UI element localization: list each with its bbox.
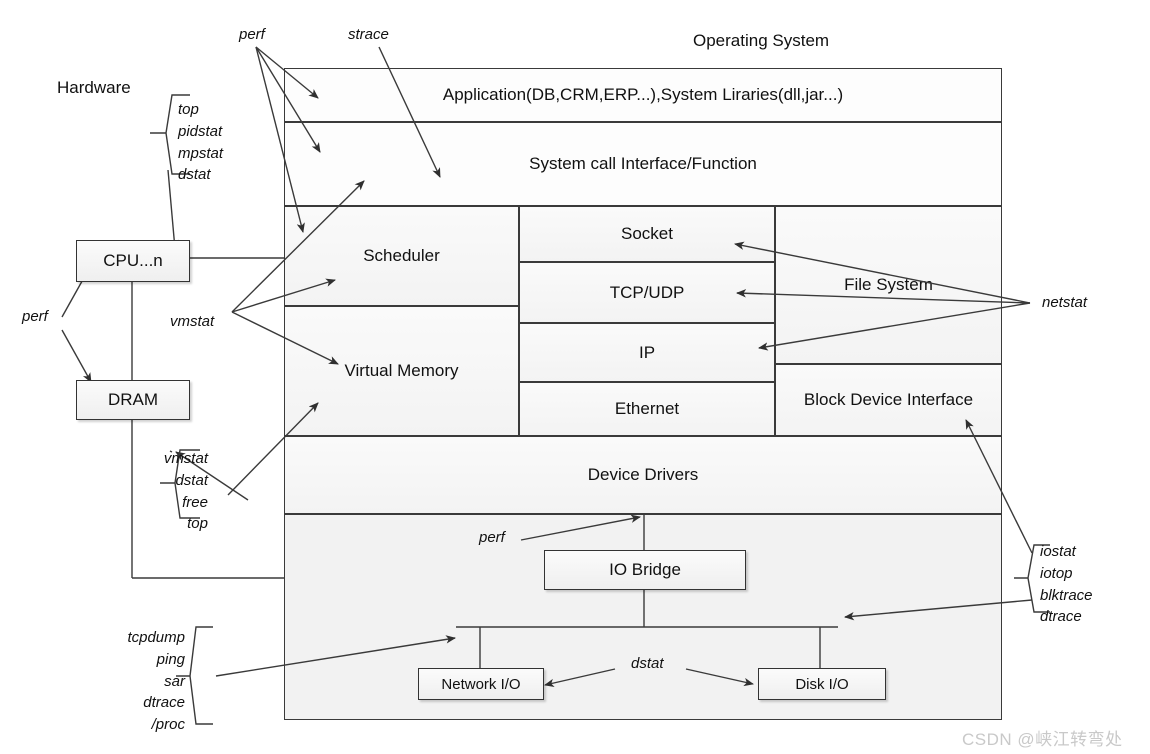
os-cell-virtual-memory: Virtual Memory bbox=[284, 306, 519, 436]
hw-box-io-bridge: IO Bridge bbox=[544, 550, 746, 590]
hw-box-io-bridge-label: IO Bridge bbox=[609, 560, 681, 579]
hw-box-disk-io: Disk I/O bbox=[758, 668, 886, 700]
tool-label-cpu-tools: top pidstat mpstat dstat bbox=[178, 101, 224, 184]
os-cell-block-device-interface-label: Block Device Interface bbox=[803, 390, 974, 409]
os-cell-ip-label: IP bbox=[638, 342, 656, 362]
os-cell-file-system: File System bbox=[775, 206, 1002, 364]
tool-label-perf-io-bridge: perf bbox=[479, 529, 505, 546]
os-cell-tcp-udp: TCP/UDP bbox=[519, 262, 775, 323]
hardware-title: Hardware bbox=[57, 78, 131, 97]
csdn-watermark: CSDN @峡江转弯处 bbox=[962, 730, 1123, 749]
hw-box-cpu: CPU...n bbox=[76, 240, 190, 282]
os-cell-scheduler: Scheduler bbox=[284, 206, 519, 306]
tool-label-strace: strace bbox=[348, 26, 389, 43]
os-layer-device-drivers: Device Drivers bbox=[284, 436, 1002, 514]
tool-label-memory-tools: vmstat dstat free top bbox=[163, 450, 208, 533]
hw-box-cpu-label: CPU...n bbox=[103, 251, 163, 270]
tool-label-disk-tools: iostat iotop blktrace dtrace bbox=[1040, 543, 1093, 626]
os-layer-syscall: System call Interface/Function bbox=[284, 122, 1002, 206]
hw-box-dram-label: DRAM bbox=[107, 390, 159, 409]
os-layer-device-drivers-label: Device Drivers bbox=[587, 465, 699, 484]
hw-box-network-io-label: Network I/O bbox=[441, 675, 521, 693]
os-layer-bus-region bbox=[284, 514, 1002, 720]
tool-label-netstat: netstat bbox=[1042, 294, 1088, 311]
tool-label-perf-top: perf bbox=[239, 26, 265, 43]
operating-system-title: Operating System bbox=[693, 31, 830, 50]
tool-label-dstat-bottom: dstat bbox=[631, 655, 664, 672]
os-cell-socket-label: Socket bbox=[621, 224, 673, 243]
os-cell-file-system-label: File System bbox=[844, 275, 933, 294]
hw-box-disk-io-label: Disk I/O bbox=[795, 675, 849, 693]
diagram-canvas: Application(DB,CRM,ERP...),System Lirari… bbox=[0, 0, 1150, 754]
os-cell-ip: IP bbox=[519, 323, 775, 382]
os-cell-scheduler-label: Scheduler bbox=[363, 246, 440, 265]
hw-box-network-io: Network I/O bbox=[418, 668, 544, 700]
os-cell-tcp-udp-label: TCP/UDP bbox=[609, 282, 685, 302]
os-cell-virtual-memory-label: Virtual Memory bbox=[344, 361, 459, 380]
tool-label-network-tools: tcpdump ping sar dtrace /proc bbox=[127, 629, 185, 733]
tool-label-perf-left: perf bbox=[22, 308, 48, 325]
os-layer-application-label: Application(DB,CRM,ERP...),System Lirari… bbox=[442, 85, 844, 104]
os-cell-socket: Socket bbox=[519, 206, 775, 262]
os-cell-ethernet: Ethernet bbox=[519, 382, 775, 436]
hw-box-dram: DRAM bbox=[76, 380, 190, 420]
os-layer-application: Application(DB,CRM,ERP...),System Lirari… bbox=[284, 68, 1002, 122]
os-cell-block-device-interface: Block Device Interface bbox=[775, 364, 1002, 436]
tool-label-vmstat: vmstat bbox=[170, 313, 215, 330]
os-cell-ethernet-label: Ethernet bbox=[614, 399, 680, 418]
os-layer-syscall-label: System call Interface/Function bbox=[529, 154, 757, 173]
